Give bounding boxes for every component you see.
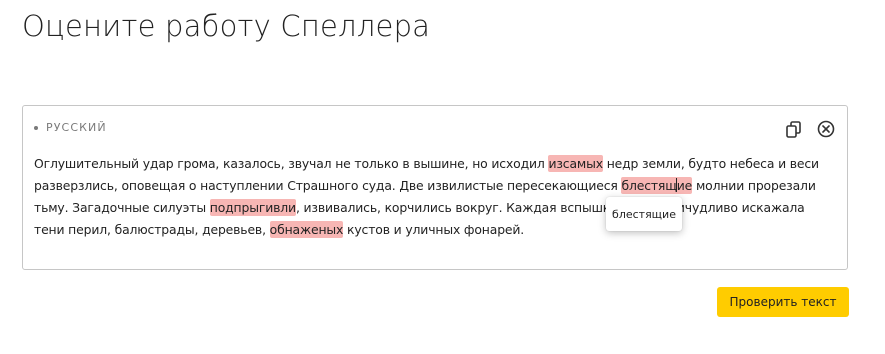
word-part: ие [676,178,693,193]
editor-text-area[interactable]: Оглушительный удар грома, казалось, звуч… [34,153,834,241]
check-text-button[interactable]: Проверить текст [717,287,849,317]
misspelled-word[interactable]: обнаженых [269,221,343,238]
copy-button[interactable] [784,119,804,139]
language-selector[interactable]: РУССКИЙ [34,121,107,134]
spellcheck-editor[interactable]: РУССКИЙ Оглушительный удар грома, казало… [22,105,848,270]
suggestion-item[interactable]: блестящие [612,208,676,221]
clear-button[interactable] [816,119,836,139]
close-circle-icon [817,120,835,138]
text-segment: Оглушительный удар грома, казалось, звуч… [34,156,549,171]
copy-icon [786,121,801,138]
page-title: Оцените работу Спеллера [22,9,431,43]
text-segment: кустов и уличных фонарей. [343,222,525,237]
suggestion-popup: блестящие [606,197,682,231]
misspelled-word[interactable]: изсамых [548,155,603,172]
language-label: РУССКИЙ [46,121,107,134]
bullet-icon [34,125,38,130]
misspelled-word[interactable]: подпрыгивли [209,199,296,216]
word-part: блестящ [621,178,677,193]
misspelled-word-active[interactable]: блестящие [621,177,692,194]
